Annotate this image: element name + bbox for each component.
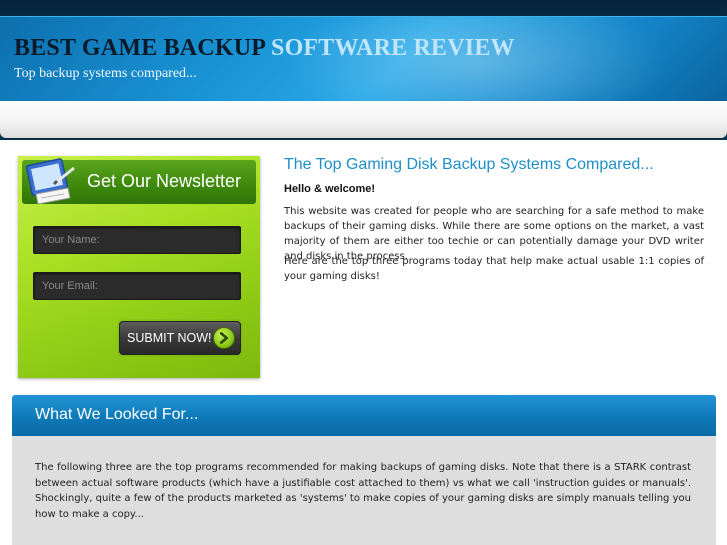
intro-greeting: Hello & welcome!: [284, 183, 376, 195]
site-title-part2: SOFTWARE REVIEW: [271, 35, 515, 61]
looked-for-title: What We Looked For...: [35, 406, 199, 423]
email-input[interactable]: Your Email:: [33, 272, 241, 300]
intro-paragraph-2: Here are the top three programs today th…: [284, 256, 704, 282]
site-tagline: Top backup systems compared...: [14, 66, 197, 81]
main-content: Get Our Newsletter Your Name: Your Email…: [0, 140, 727, 545]
site-header: BEST GAME BACKUP SOFTWARE REVIEW Top bac…: [0, 16, 727, 102]
arrow-right-icon: [213, 327, 235, 349]
looked-for-header: What We Looked For...: [12, 395, 716, 436]
nav-bar: [0, 101, 727, 138]
newsletter-title: Get Our Newsletter: [87, 171, 242, 191]
looked-for-paragraph: The following three are the top programs…: [35, 462, 691, 520]
newsletter-icon: [25, 158, 75, 205]
site-title-part1: BEST GAME BACKUP: [14, 35, 265, 61]
submit-button[interactable]: SUBMIT NOW!: [119, 321, 241, 355]
site-title[interactable]: BEST GAME BACKUP SOFTWARE REVIEW: [14, 35, 515, 62]
looked-for-body: The following three are the top programs…: [12, 436, 716, 545]
intro-title: The Top Gaming Disk Backup Systems Compa…: [284, 156, 654, 173]
page: BEST GAME BACKUP SOFTWARE REVIEW Top bac…: [0, 0, 727, 545]
name-input[interactable]: Your Name:: [33, 226, 241, 254]
newsletter-box: Get Our Newsletter Your Name: Your Email…: [18, 156, 260, 378]
submit-button-label: SUBMIT NOW!: [127, 331, 212, 345]
